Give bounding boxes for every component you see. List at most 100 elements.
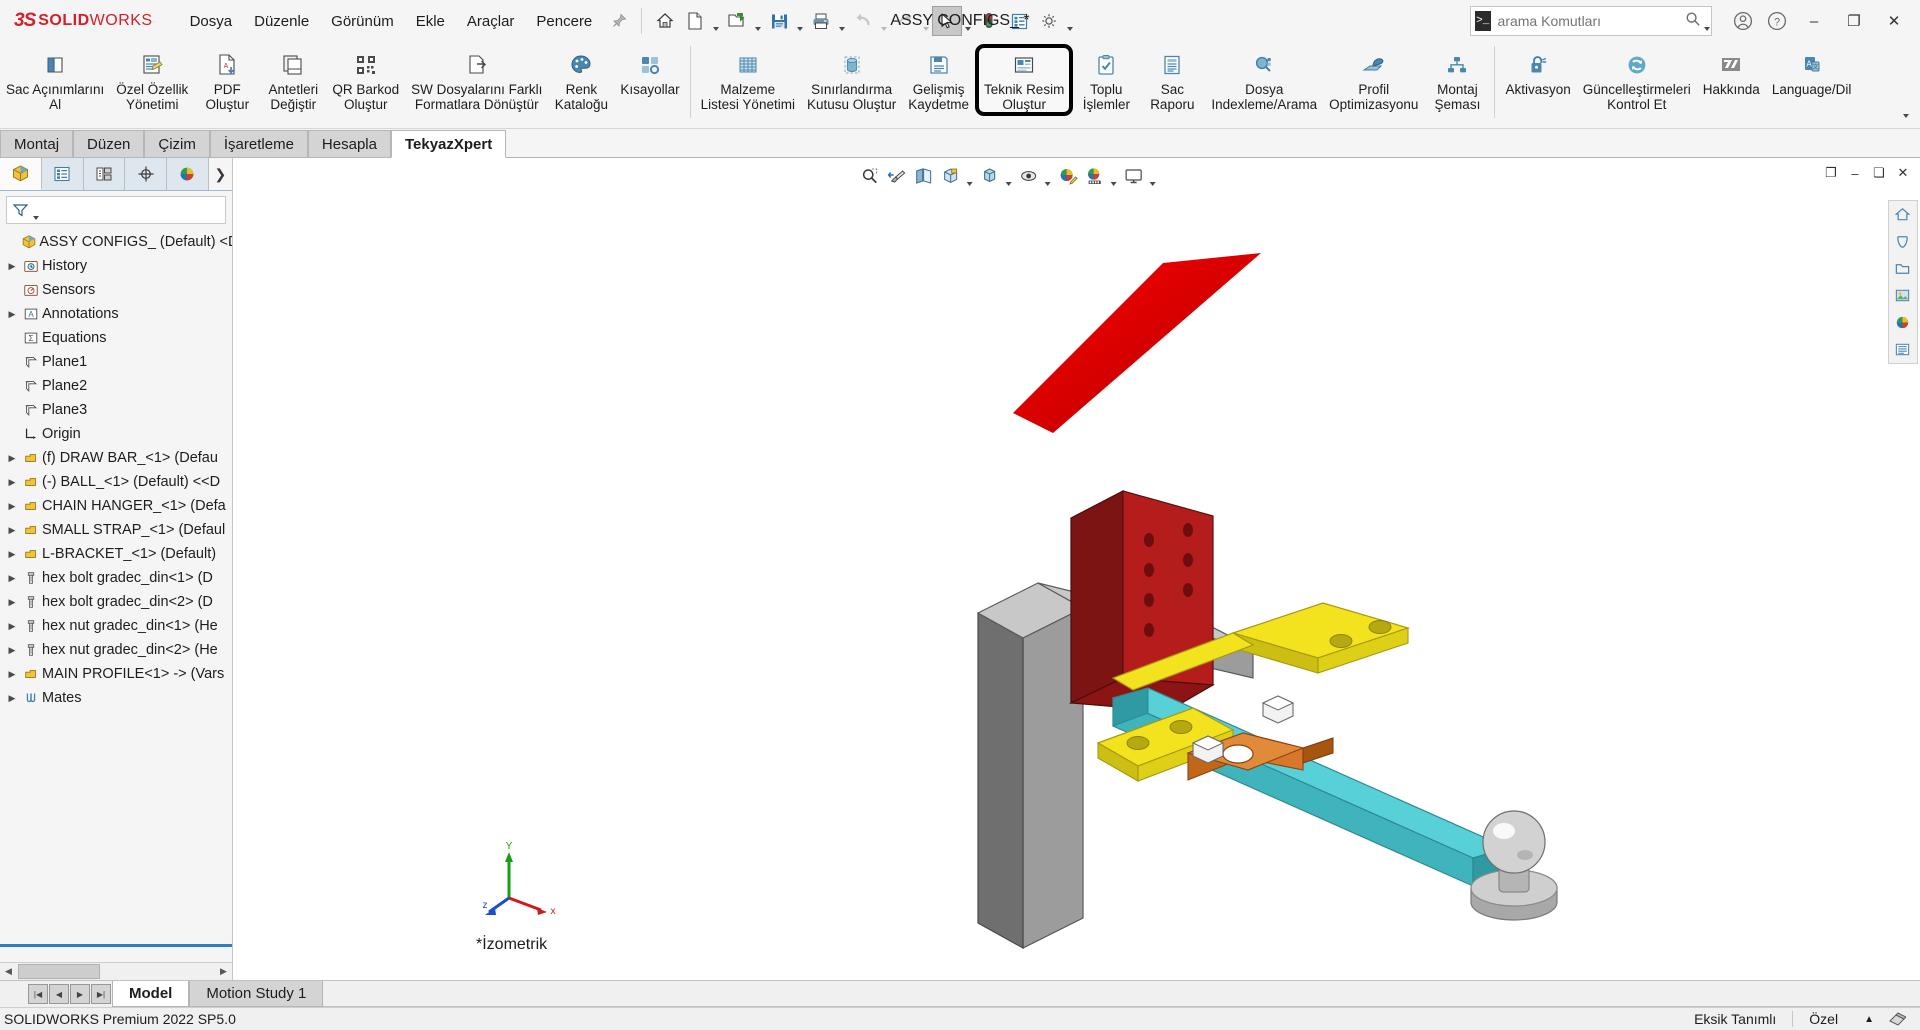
ribbon-button-gelismis-kaydetme[interactable]: Gelişmiş Kaydetme bbox=[902, 44, 975, 113]
tree-item-hex-bolt-2[interactable]: ▶ hex bolt gradec_din<2> (D bbox=[0, 590, 232, 614]
ribbon-button-sac-acinimlarini-al[interactable]: Sac Açınımlarını Al bbox=[0, 44, 110, 113]
rebuild-traffic-light-icon[interactable] bbox=[974, 6, 1004, 36]
scroll-right-arrow-icon[interactable]: ▶ bbox=[215, 964, 232, 979]
expander[interactable]: ▶ bbox=[4, 453, 20, 464]
configuration-manager-tab[interactable] bbox=[83, 158, 126, 190]
close-window-button[interactable]: ✕ bbox=[1874, 4, 1914, 38]
pin-icon[interactable] bbox=[611, 13, 627, 29]
undo-icon[interactable] bbox=[848, 6, 878, 36]
tree-item-small-strap[interactable]: ▶ SMALL STRAP_<1> (Defaul bbox=[0, 518, 232, 542]
select-cursor-caret[interactable] bbox=[962, 3, 974, 39]
home-icon[interactable] bbox=[650, 6, 680, 36]
ribbon-collapse-button[interactable] bbox=[1900, 90, 1912, 126]
view-home-icon[interactable] bbox=[1889, 201, 1915, 228]
tab-montaj[interactable]: Montaj bbox=[0, 130, 74, 157]
graphics-area[interactable]: ❐ – ❏ ✕ Y x z *İzometrik bbox=[233, 158, 1920, 980]
search-caret[interactable] bbox=[1703, 3, 1711, 39]
view-open-icon[interactable] bbox=[1889, 255, 1915, 282]
redo-icon[interactable] bbox=[890, 6, 920, 36]
close-doc-icon[interactable]: ✕ bbox=[1892, 162, 1914, 184]
ribbon-button-pdf-olustur[interactable]: A PDF Oluştur bbox=[194, 44, 260, 113]
chevron-down-icon[interactable] bbox=[1900, 90, 1912, 126]
hide-show-items-icon[interactable] bbox=[1015, 163, 1042, 190]
ribbon-button-antetleri-degistir[interactable]: Antetleri Değiştir bbox=[260, 44, 326, 113]
save-icon[interactable] bbox=[764, 6, 794, 36]
restore-window-button[interactable]: ❐ bbox=[1834, 4, 1874, 38]
restore-doc-icon[interactable]: ❐ bbox=[1820, 162, 1842, 184]
redo-caret[interactable] bbox=[920, 3, 932, 39]
hide-show-caret[interactable] bbox=[1042, 158, 1054, 194]
tree-item-hex-nut-1[interactable]: ▶ hex nut gradec_din<1> (He bbox=[0, 614, 232, 638]
view-appearances-icon[interactable] bbox=[1889, 282, 1915, 309]
tree-item-sensors[interactable]: ▶ Sensors bbox=[0, 278, 232, 302]
tree-item-equations[interactable]: ▶ Σ Equations bbox=[0, 326, 232, 350]
previous-tab-icon[interactable]: ◀ bbox=[49, 984, 69, 1004]
print-icon[interactable] bbox=[806, 6, 836, 36]
dimxpert-manager-tab[interactable] bbox=[125, 158, 167, 190]
tree-item-hex-nut-2[interactable]: ▶ hex nut gradec_din<2> (He bbox=[0, 638, 232, 662]
ribbon-button-sw-dosyalarini-donustur[interactable]: SW Dosyalarını Farklı Formatlara Dönüştü… bbox=[405, 44, 548, 113]
expander[interactable]: ▶ bbox=[4, 645, 20, 656]
ribbon-button-language-dil[interactable]: A文 Language/Dil bbox=[1766, 44, 1858, 98]
edit-appearance-icon[interactable] bbox=[1054, 163, 1081, 190]
scrollbar-thumb[interactable] bbox=[18, 964, 100, 979]
expander[interactable]: ▶ bbox=[4, 597, 20, 608]
display-style-caret[interactable] bbox=[1003, 158, 1015, 194]
tree-item-origin[interactable]: ▶ Origin bbox=[0, 422, 232, 446]
edit-mode-icon[interactable] bbox=[1884, 1008, 1920, 1030]
tab-duzen[interactable]: Düzen bbox=[73, 130, 145, 157]
tree-item-l-bracket[interactable]: ▶ L-BRACKET_<1> (Default) bbox=[0, 542, 232, 566]
ribbon-button-teknik-resim-olustur[interactable]: Teknik Resim Oluştur bbox=[975, 44, 1074, 116]
zoom-to-area-icon[interactable] bbox=[856, 163, 883, 190]
feature-manager-tab[interactable] bbox=[0, 158, 42, 190]
minimize-window-button[interactable]: – bbox=[1794, 4, 1834, 38]
tree-item-draw-bar[interactable]: ▶ (f) DRAW BAR_<1> (Defau bbox=[0, 446, 232, 470]
first-tab-icon[interactable]: |◀ bbox=[28, 984, 48, 1004]
property-manager-tab[interactable] bbox=[41, 158, 84, 190]
ribbon-button-aktivasyon[interactable]: Aktivasyon bbox=[1499, 44, 1576, 98]
search-input[interactable] bbox=[1490, 12, 1681, 30]
ribbon-button-qr-barkod-olustur[interactable]: QR Barkod Oluştur bbox=[326, 44, 405, 113]
view-settings-caret[interactable] bbox=[1147, 158, 1159, 194]
more-tabs-chevron-right-icon[interactable]: ❯ bbox=[208, 158, 233, 190]
status-units[interactable]: Özel bbox=[1793, 1008, 1854, 1030]
status-units-caret[interactable]: ▲ bbox=[1854, 1008, 1884, 1030]
tree-item-root[interactable]: ▶ ASSY CONFIGS_ (Default) <De bbox=[0, 230, 232, 254]
tab-tekyazxpert[interactable]: TekyazXpert bbox=[390, 130, 507, 158]
previous-view-icon[interactable] bbox=[883, 163, 910, 190]
tree-item-plane3[interactable]: ▶ Plane3 bbox=[0, 398, 232, 422]
ribbon-button-montaj-semasi[interactable]: Montaj Şeması bbox=[1424, 44, 1490, 113]
view-custom-icon[interactable] bbox=[1889, 336, 1915, 363]
tree-item-annotations[interactable]: ▶ A Annotations bbox=[0, 302, 232, 326]
expander[interactable]: ▶ bbox=[4, 309, 20, 320]
view-scenes-icon[interactable] bbox=[1889, 309, 1915, 336]
menu-item-gorunum[interactable]: Görünüm bbox=[320, 9, 405, 34]
menu-item-araclar[interactable]: Araçlar bbox=[456, 9, 526, 34]
options-gear-icon[interactable] bbox=[1034, 6, 1064, 36]
new-document-caret[interactable] bbox=[710, 3, 722, 39]
tree-item-mates[interactable]: ▶ Mates bbox=[0, 686, 232, 710]
ribbon-button-toplu-islemler[interactable]: Toplu İşlemler bbox=[1073, 44, 1139, 113]
save-caret[interactable] bbox=[794, 3, 806, 39]
ribbon-button-malzeme-listesi-yonetimi[interactable]: Malzeme Listesi Yönetimi bbox=[695, 44, 801, 113]
new-document-icon[interactable] bbox=[680, 6, 710, 36]
display-manager-tab[interactable] bbox=[167, 158, 209, 190]
expander[interactable]: ▶ bbox=[4, 525, 20, 536]
ribbon-button-guncellestirmeleri-kontrol-et[interactable]: Güncelleştirmeleri Kontrol Et bbox=[1577, 44, 1697, 113]
ribbon-button-dosya-indexleme-arama[interactable]: Dosya Indexleme/Arama bbox=[1205, 44, 1323, 113]
display-style-icon[interactable] bbox=[976, 163, 1003, 190]
expander[interactable]: ▶ bbox=[4, 693, 20, 704]
feature-tree-horizontal-scrollbar[interactable]: ◀ ▶ bbox=[0, 962, 232, 980]
ribbon-button-sac-raporu[interactable]: Sac Raporu bbox=[1139, 44, 1205, 113]
tab-model[interactable]: Model bbox=[112, 981, 190, 1007]
ribbon-button-profil-optimizasyonu[interactable]: Profil Optimizasyonu bbox=[1323, 44, 1424, 113]
expander[interactable]: ▶ bbox=[4, 573, 20, 584]
select-cursor-icon[interactable] bbox=[932, 6, 963, 36]
view-settings-icon[interactable] bbox=[1120, 163, 1147, 190]
search-icon[interactable] bbox=[1681, 11, 1703, 31]
file-properties-icon[interactable] bbox=[1004, 6, 1034, 36]
tab-hesapla[interactable]: Hesapla bbox=[307, 130, 391, 157]
expander[interactable]: ▶ bbox=[4, 477, 20, 488]
scroll-left-arrow-icon[interactable]: ◀ bbox=[0, 964, 17, 979]
menu-item-dosya[interactable]: Dosya bbox=[179, 9, 244, 34]
